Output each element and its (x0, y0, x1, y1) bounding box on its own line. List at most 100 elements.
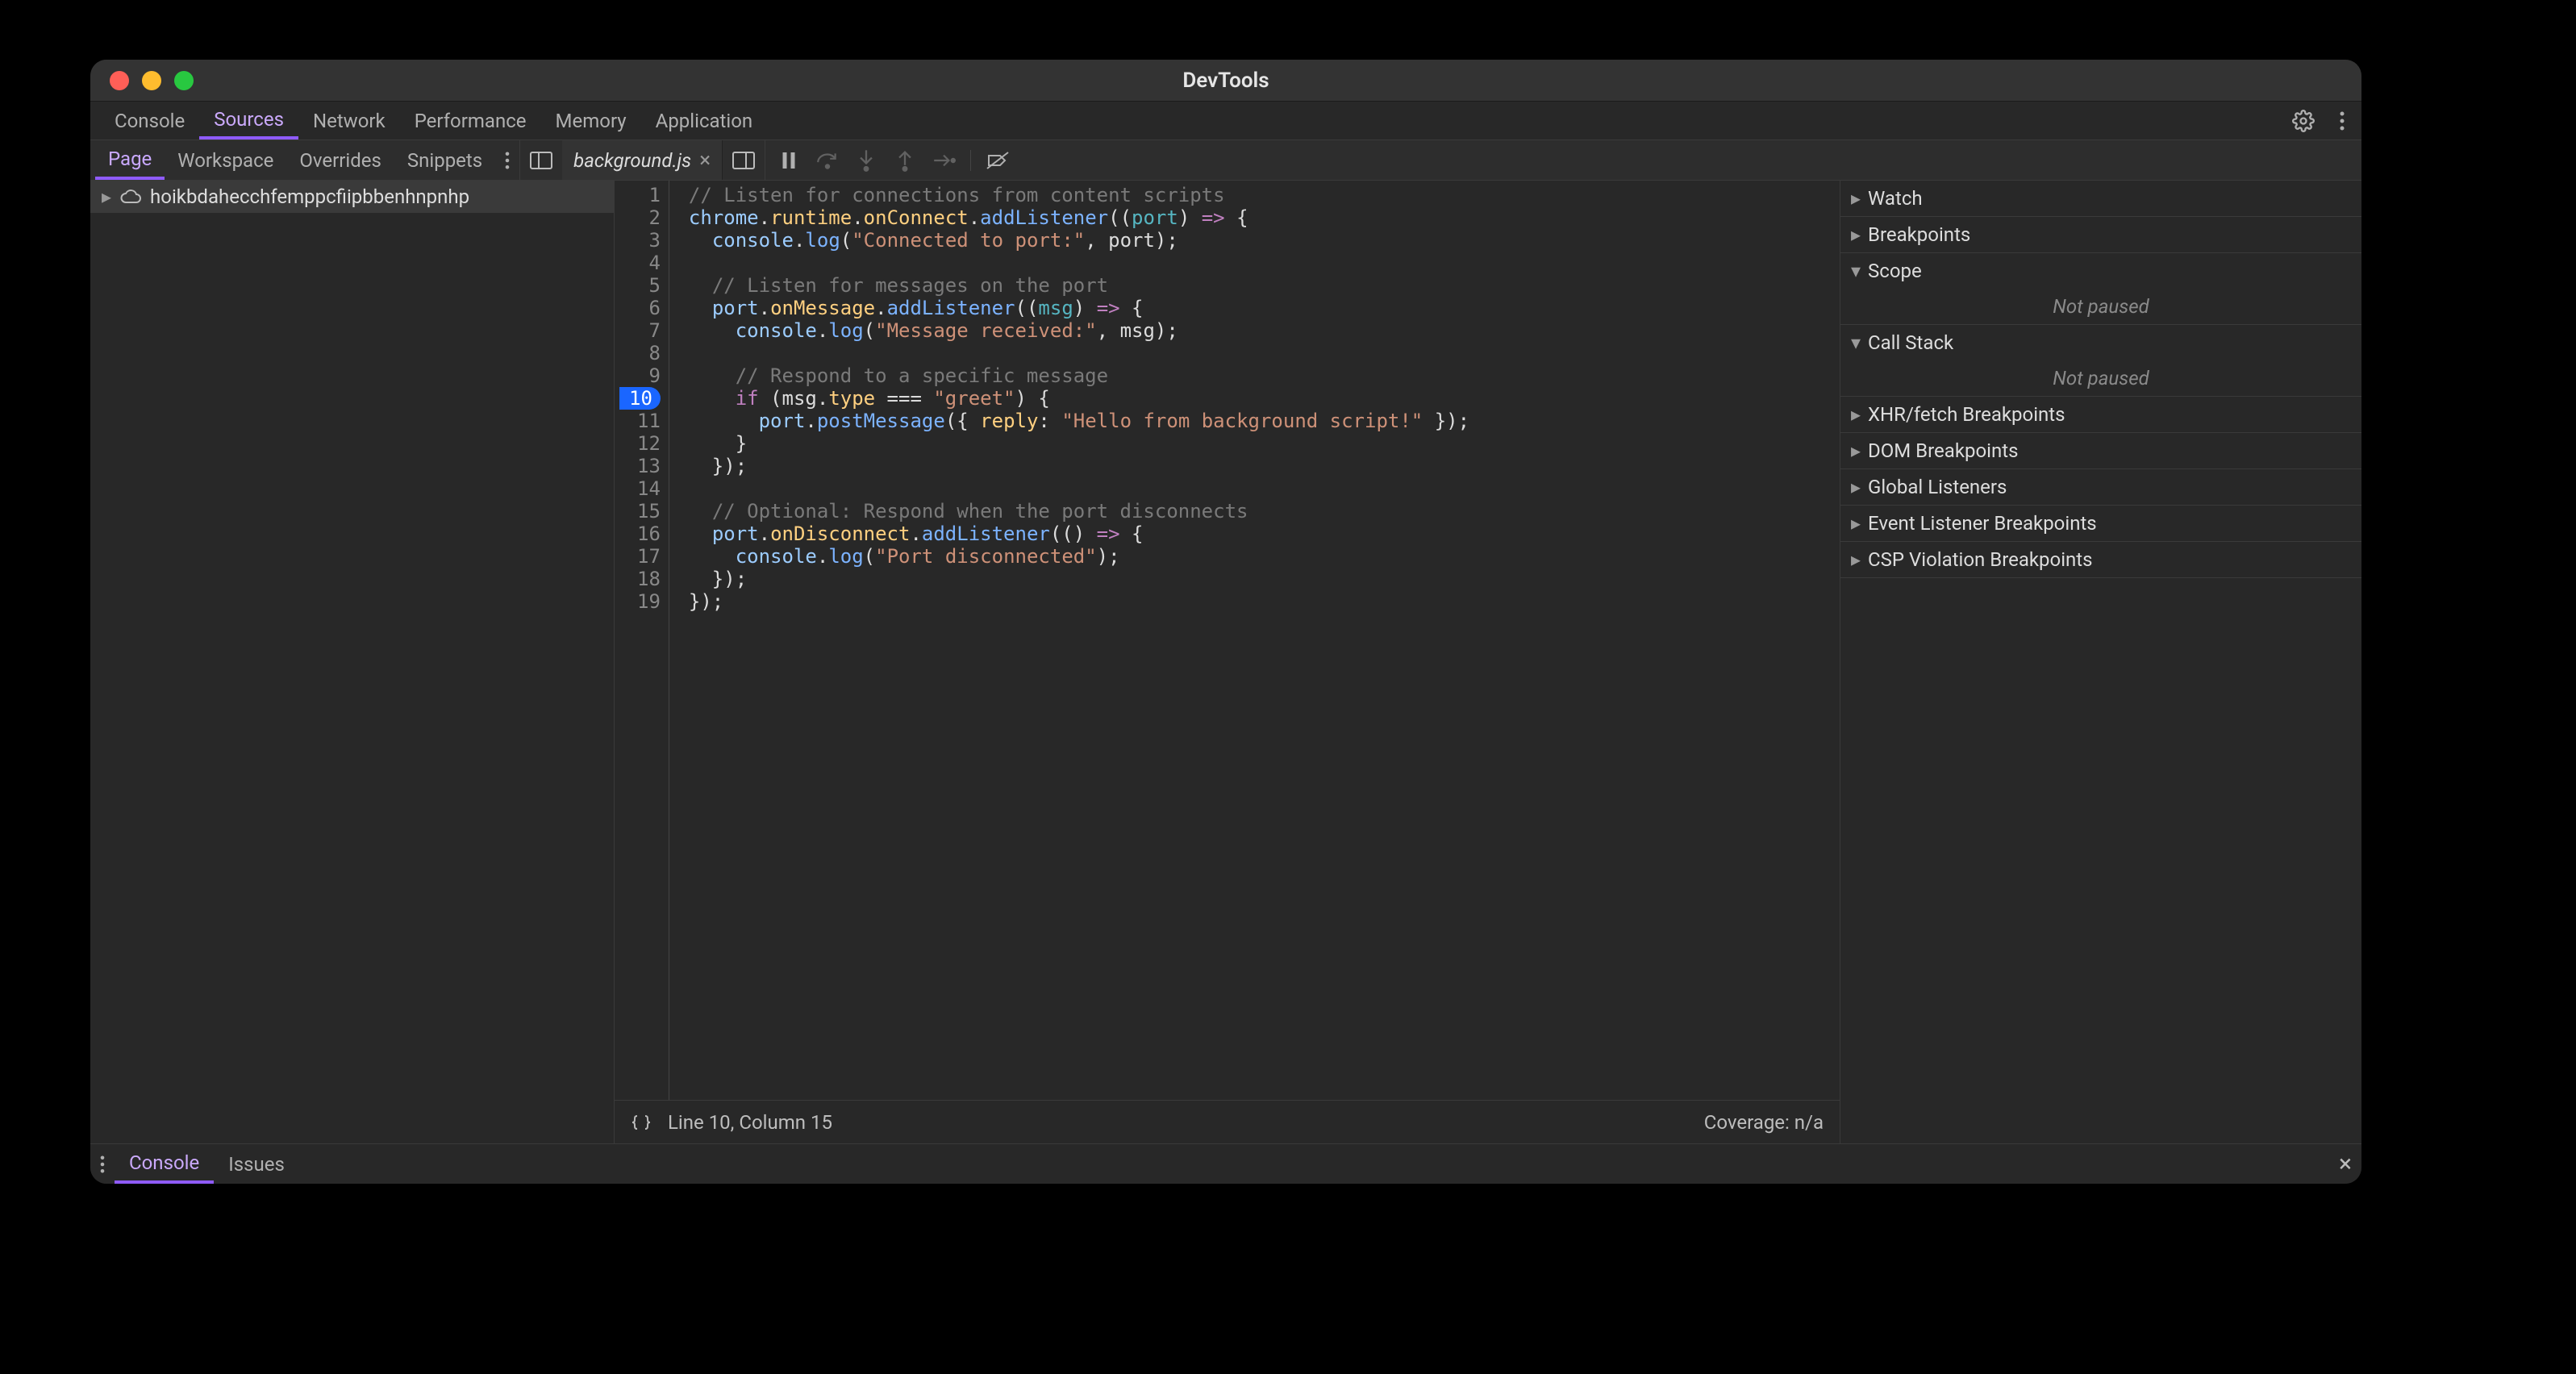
tree-root-item[interactable]: ▸ hoikbdahecchfemppcfiipbbenhnpnhp (90, 181, 614, 213)
code-line[interactable]: if (msg.type === "greet") { (689, 387, 1469, 410)
tab-memory[interactable]: Memory (541, 102, 641, 139)
tab-console[interactable]: Console (100, 102, 199, 139)
chevron-right-icon[interactable]: ▸ (1849, 476, 1863, 498)
line-number[interactable]: 14 (637, 477, 661, 500)
cloud-icon (119, 189, 142, 205)
code-line[interactable]: }); (689, 568, 1469, 590)
section-header[interactable]: ▸DOM Breakpoints (1840, 433, 2361, 468)
step-icon[interactable] (932, 148, 956, 173)
line-number[interactable]: 11 (637, 410, 661, 432)
line-number[interactable]: 15 (637, 500, 661, 523)
section-header[interactable]: ▸CSP Violation Breakpoints (1840, 542, 2361, 577)
settings-icon[interactable] (2284, 102, 2323, 139)
code-line[interactable]: // Respond to a specific message (689, 364, 1469, 387)
drawer-bar: Console Issues × (90, 1143, 2361, 1184)
line-number[interactable]: 6 (637, 297, 661, 319)
code-line[interactable]: // Listen for messages on the port (689, 274, 1469, 297)
tree-expand-icon[interactable]: ▸ (102, 185, 111, 208)
line-gutter[interactable]: 12345678910111213141516171819 (615, 181, 669, 1100)
window-title: DevTools (90, 69, 2361, 93)
tree-root-label: hoikbdahecchfemppcfiipbbenhnpnhp (150, 185, 469, 208)
line-number[interactable]: 3 (637, 229, 661, 252)
chevron-down-icon[interactable]: ▾ (1849, 260, 1863, 282)
step-into-icon[interactable] (854, 148, 878, 173)
tab-application[interactable]: Application (641, 102, 768, 139)
code-line[interactable]: console.log("Connected to port:", port); (689, 229, 1469, 252)
devtools-window: DevTools Console Sources Network Perform… (90, 60, 2361, 1184)
line-number[interactable]: 5 (637, 274, 661, 297)
step-out-icon[interactable] (893, 148, 917, 173)
chevron-right-icon[interactable]: ▸ (1849, 403, 1863, 426)
drawer-tab-console[interactable]: Console (115, 1144, 214, 1184)
debugger-section: ▸Watch (1840, 181, 2361, 217)
subtab-overrides[interactable]: Overrides (286, 140, 394, 180)
chevron-right-icon[interactable]: ▸ (1849, 512, 1863, 535)
close-file-icon[interactable]: × (699, 148, 711, 173)
more-icon[interactable] (2323, 102, 2361, 139)
pause-icon[interactable] (777, 148, 801, 173)
file-tab-background-js[interactable]: background.js × (562, 140, 723, 180)
chevron-right-icon[interactable]: ▸ (1849, 439, 1863, 462)
section-header[interactable]: ▸Breakpoints (1840, 217, 2361, 252)
drawer-close-icon[interactable]: × (2329, 1144, 2361, 1184)
line-number[interactable]: 12 (637, 432, 661, 455)
file-tab-label: background.js (573, 149, 691, 172)
subtab-workspace[interactable]: Workspace (165, 140, 286, 180)
section-header[interactable]: ▸Watch (1840, 181, 2361, 216)
code-editor[interactable]: 12345678910111213141516171819 // Listen … (615, 181, 1840, 1100)
drawer-tab-issues[interactable]: Issues (214, 1144, 299, 1184)
chevron-down-icon[interactable]: ▾ (1849, 331, 1863, 354)
code-line[interactable]: port.onDisconnect.addListener(() => { (689, 523, 1469, 545)
line-number[interactable]: 1 (637, 184, 661, 206)
code-line[interactable]: console.log("Port disconnected"); (689, 545, 1469, 568)
pretty-print-icon[interactable] (631, 1114, 652, 1131)
code-line[interactable]: port.onMessage.addListener((msg) => { (689, 297, 1469, 319)
tab-sources[interactable]: Sources (199, 102, 298, 139)
chevron-right-icon[interactable]: ▸ (1849, 187, 1863, 210)
code-line[interactable]: }); (689, 590, 1469, 613)
section-header[interactable]: ▸XHR/fetch Breakpoints (1840, 397, 2361, 432)
debugger-section: ▸Global Listeners (1840, 469, 2361, 506)
deactivate-breakpoints-icon[interactable] (986, 148, 1010, 173)
subtab-snippets[interactable]: Snippets (394, 140, 495, 180)
titlebar: DevTools (90, 60, 2361, 102)
section-header[interactable]: ▾Scope (1840, 253, 2361, 289)
subtab-more-icon[interactable] (495, 140, 519, 180)
code-line[interactable]: } (689, 432, 1469, 455)
chevron-right-icon[interactable]: ▸ (1849, 548, 1863, 571)
code-line[interactable] (689, 252, 1469, 274)
line-number[interactable]: 8 (637, 342, 661, 364)
step-over-icon[interactable] (815, 148, 840, 173)
line-number[interactable]: 4 (637, 252, 661, 274)
code-line[interactable]: port.postMessage({ reply: "Hello from ba… (689, 410, 1469, 432)
line-number[interactable]: 13 (637, 455, 661, 477)
code-line[interactable]: }); (689, 455, 1469, 477)
line-number[interactable]: 19 (637, 590, 661, 613)
toggle-debugger-icon[interactable] (723, 140, 765, 180)
line-number[interactable]: 18 (637, 568, 661, 590)
code-line[interactable] (689, 477, 1469, 500)
chevron-right-icon[interactable]: ▸ (1849, 223, 1863, 246)
main-tab-bar: Console Sources Network Performance Memo… (90, 102, 2361, 140)
line-number[interactable]: 17 (637, 545, 661, 568)
line-number[interactable]: 7 (637, 319, 661, 342)
breakpoint-marker[interactable]: 10 (619, 387, 661, 410)
code-line[interactable]: // Optional: Respond when the port disco… (689, 500, 1469, 523)
tab-performance[interactable]: Performance (400, 102, 541, 139)
drawer-more-icon[interactable] (90, 1144, 115, 1184)
toggle-navigator-icon[interactable] (520, 140, 562, 180)
subtab-page[interactable]: Page (95, 140, 165, 180)
code-line[interactable]: // Listen for connections from content s… (689, 184, 1469, 206)
line-number[interactable]: 16 (637, 523, 661, 545)
editor-pane: 12345678910111213141516171819 // Listen … (615, 181, 1840, 1143)
section-header[interactable]: ▸Global Listeners (1840, 469, 2361, 505)
tab-network[interactable]: Network (298, 102, 400, 139)
code-line[interactable] (689, 342, 1469, 364)
section-header[interactable]: ▾Call Stack (1840, 325, 2361, 360)
section-header[interactable]: ▸Event Listener Breakpoints (1840, 506, 2361, 541)
code-line[interactable]: console.log("Message received:", msg); (689, 319, 1469, 342)
code-content[interactable]: // Listen for connections from content s… (669, 181, 1469, 1100)
line-number[interactable]: 2 (637, 206, 661, 229)
code-line[interactable]: chrome.runtime.onConnect.addListener((po… (689, 206, 1469, 229)
line-number[interactable]: 9 (637, 364, 661, 387)
